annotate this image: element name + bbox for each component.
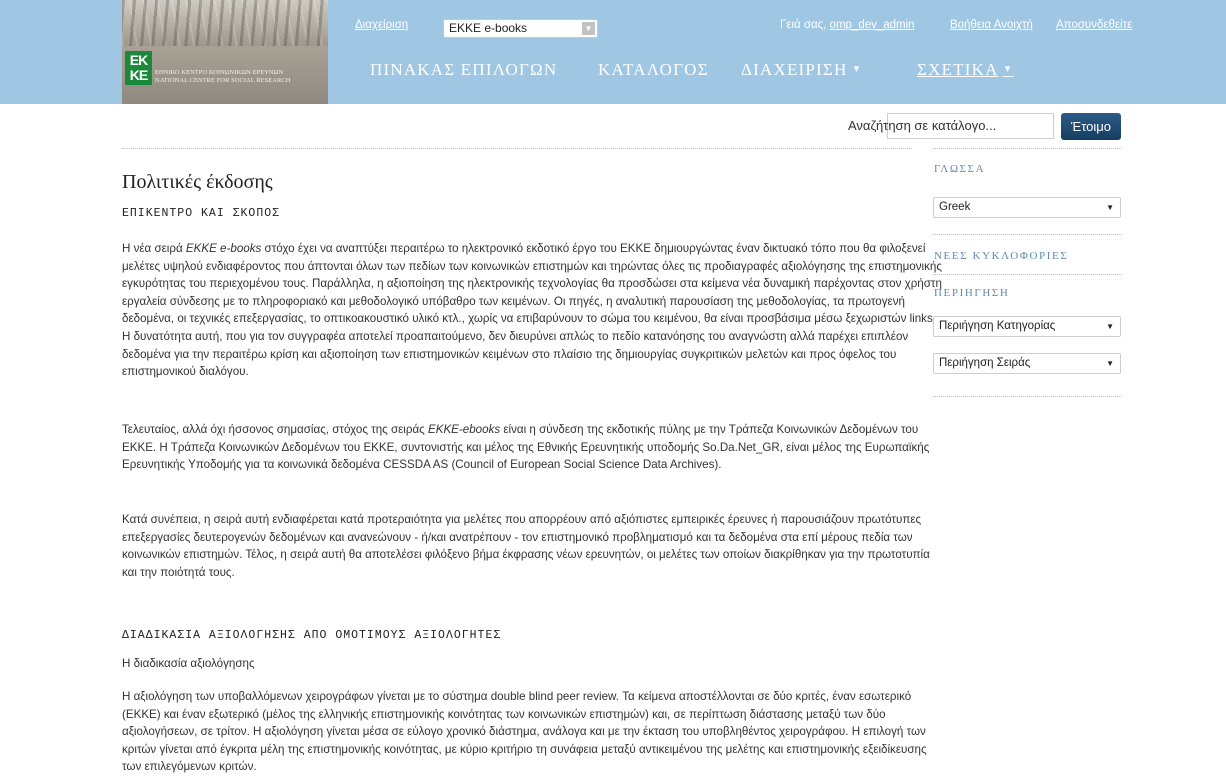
nav-dashboard-label: ΠΙΝΑΚΑΣ ΕΠΙΛΟΓΩΝ — [370, 60, 558, 79]
p2-text-a: Τελευταίος, αλλά όχι ήσσονος σημασίας, σ… — [122, 423, 428, 436]
site-logo[interactable]: ΕΚ ΚΕ ΕΘΝΙΚΟ ΚΕΝΤΡΟ ΚΟΙΝΩΝΙΚΩΝ ΕΡΕΥΝΩΝ N… — [122, 0, 328, 104]
sidebar-divider — [933, 274, 1122, 275]
logo-photo-banner — [122, 0, 328, 46]
browse-category-value: Περιήγηση Κατηγορίας — [939, 320, 1056, 332]
sidebar-language-heading: ΓΛΩΣΣΑ — [934, 163, 986, 175]
sidebar-divider — [933, 148, 1122, 149]
logo-mark-line2: ΚΕ — [129, 67, 148, 83]
logo-name-english: NATIONAL CENTRE FOR SOCIAL RESEARCH — [155, 77, 291, 84]
p1-text-b: στόχο έχει να αναπτύξει περαιτέρω το ηλε… — [122, 242, 942, 379]
caret-down-icon: ▼ — [851, 64, 863, 75]
browse-category-select[interactable]: Περιήγηση Κατηγορίας ▼ — [933, 316, 1121, 337]
content-divider — [122, 148, 912, 149]
user-greeting: Γειά σας, omp_dev_admin — [780, 19, 915, 31]
page-title: Πολιτικές έκδοσης — [122, 171, 273, 193]
p1-series-name: EKKE e-books — [185, 242, 262, 255]
chevron-down-icon: ▼ — [1106, 203, 1114, 212]
logo-mark-line1: ΕΚ — [129, 52, 148, 68]
sidebar-divider — [933, 396, 1122, 397]
greeting-prefix: Γειά σας, — [780, 19, 827, 31]
paragraph-focus-3: Κατά συνέπεια, η σειρά αυτή ενδιαφέρεται… — [122, 513, 930, 579]
peer-review-sublabel: Η διαδικασία αξιολόγησης — [122, 657, 255, 670]
sidebar-new-releases-heading[interactable]: ΝΕΕΣ ΚΥΚΛΟΦΟΡΙΕΣ — [934, 250, 1068, 262]
paragraph-focus-1: Η νέα σειρά EKKE e-books στόχο έχει να α… — [122, 240, 942, 381]
paragraph-focus-2: Τελευταίος, αλλά όχι ήσσονος σημασίας, σ… — [122, 421, 942, 474]
search-placeholder: Αναζήτηση σε κατάλογο... — [848, 118, 997, 133]
search-button[interactable]: Έτοιμο — [1061, 113, 1121, 140]
nav-about[interactable]: ΣΧΕΤΙΚΑ ▼ — [917, 60, 1014, 80]
nav-management-label: ΔΙΑΧΕΙΡΙΣΗ — [741, 60, 848, 79]
context-select[interactable]: EKKE e-books ▼ — [443, 19, 598, 38]
sidebar-divider — [933, 234, 1122, 235]
chevron-down-icon: ▼ — [1106, 359, 1114, 368]
browse-series-value: Περιήγηση Σειράς — [939, 357, 1031, 369]
ekke-logo-icon: ΕΚ ΚΕ — [125, 51, 152, 85]
logo-name-greek: ΕΘΝΙΚΟ ΚΕΝΤΡΟ ΚΟΙΝΩΝΙΚΩΝ ΕΡΕΥΝΩΝ — [155, 69, 284, 76]
sidebar-browse-heading: ΠΕΡΙΗΓΗΣΗ — [934, 287, 1010, 299]
help-link[interactable]: Βοήθεια Ανοιχτή — [950, 19, 1033, 31]
browse-series-select[interactable]: Περιήγηση Σειράς ▼ — [933, 353, 1121, 374]
chevron-down-icon: ▼ — [1106, 322, 1114, 331]
logout-link[interactable]: Αποσυνδεθείτε — [1056, 19, 1132, 31]
p2-series-name: EKKE-ebooks — [427, 423, 501, 436]
nav-catalog-label: ΚΑΤΑΛΟΓΟΣ — [598, 60, 709, 79]
nav-management[interactable]: ΔΙΑΧΕΙΡΙΣΗ ▼ — [741, 60, 863, 80]
language-select[interactable]: Greek ▼ — [933, 197, 1121, 218]
section-heading-focus-scope: ΕΠΙΚΕΝΤΡΟ ΚΑΙ ΣΚΟΠΟΣ — [122, 207, 281, 220]
chevron-down-icon: ▼ — [582, 22, 595, 35]
nav-dashboard[interactable]: ΠΙΝΑΚΑΣ ΕΠΙΛΟΓΩΝ — [370, 60, 557, 80]
paragraph-peer-review: Η αξιολόγηση των υποβαλλόμενων χειρογράφ… — [122, 690, 927, 774]
username-link[interactable]: omp_dev_admin — [830, 19, 915, 31]
nav-about-label: ΣΧΕΤΙΚΑ — [917, 60, 999, 79]
p1-text-a: Η νέα σειρά — [122, 242, 186, 255]
language-select-value: Greek — [939, 201, 971, 213]
admin-link[interactable]: Διαχείριση — [355, 19, 408, 31]
context-select-value: EKKE e-books — [449, 21, 528, 35]
caret-down-icon: ▼ — [1002, 64, 1014, 75]
section-heading-peer-review: ΔΙΑΔΙΚΑΣΙΑ ΑΞΙΟΛΟΓΗΣΗΣ ΑΠΟ ΟΜΟΤΙΜΟΥΣ ΑΞΙ… — [122, 629, 502, 642]
nav-catalog[interactable]: ΚΑΤΑΛΟΓΟΣ — [598, 60, 709, 80]
